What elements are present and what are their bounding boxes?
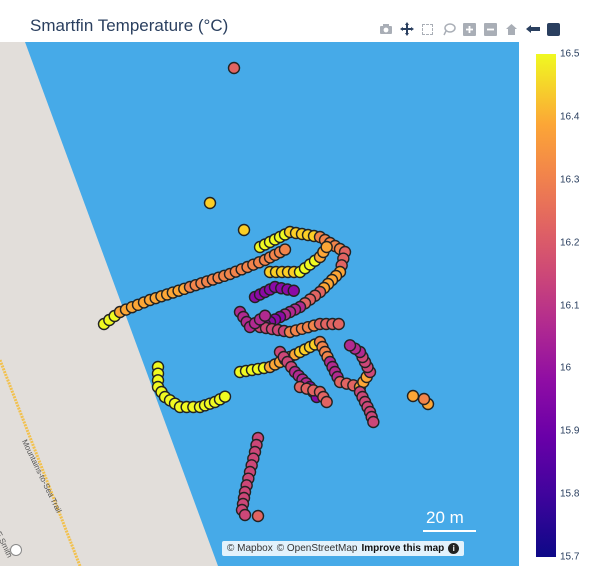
track-point (203, 196, 217, 210)
colorbar-tick: 15.7 (560, 551, 580, 563)
track-point (251, 509, 265, 523)
track-point (320, 240, 333, 254)
osm-attribution-link[interactable]: © OpenStreetMap (277, 543, 358, 554)
track-point (287, 284, 300, 297)
improve-map-link[interactable]: Improve this map (361, 543, 444, 554)
home-icon[interactable] (504, 22, 519, 37)
colorbar-ticks: 16.5 16.4 16.3 16.2 16.1 16 15.9 15.8 15.7 (560, 49, 592, 563)
colorbar-tick: 16.3 (560, 174, 580, 186)
track-point (278, 243, 292, 256)
track-point (417, 392, 431, 406)
camera-icon[interactable] (378, 22, 393, 37)
track-point (227, 61, 241, 75)
track-point (332, 317, 345, 331)
scale-label: 20 m (426, 508, 464, 527)
colorbar-tick: 16.1 (560, 300, 580, 311)
mapbox-logo-icon[interactable] (10, 544, 22, 556)
toggle-icon[interactable] (525, 22, 540, 37)
track-point (320, 395, 333, 409)
colorbar-tick: 15.9 (560, 425, 580, 437)
track-point (406, 389, 420, 403)
pan-icon[interactable] (399, 22, 414, 37)
chart-title: Smartfin Temperature (°C) (30, 16, 229, 35)
plotly-logo-icon[interactable] (546, 22, 561, 37)
mapbox-attribution-link[interactable]: © Mapbox (227, 543, 273, 554)
colorbar-tick: 16.2 (560, 237, 580, 249)
colorbar-tick: 16.5 (560, 48, 580, 60)
scale-bar (423, 530, 476, 532)
map-attribution: © Mapbox © OpenStreetMap Improve this ma… (222, 541, 465, 556)
track-point (258, 309, 272, 322)
colorbar-tick: 16 (560, 362, 572, 374)
track-point (238, 508, 252, 522)
track-point (367, 415, 380, 429)
colorbar-tick: 16.4 (560, 111, 580, 123)
info-icon[interactable]: i (448, 543, 460, 554)
track-point (343, 339, 357, 352)
map[interactable] (0, 42, 519, 566)
colorbar-tick: 15.8 (560, 488, 580, 500)
track-point (218, 390, 232, 403)
colorbar (536, 54, 556, 557)
track-point (237, 223, 251, 237)
box-select-icon[interactable] (420, 22, 435, 37)
lasso-icon[interactable] (441, 22, 456, 37)
zoom-out-icon[interactable] (483, 22, 498, 37)
modebar (378, 20, 561, 38)
zoom-in-icon[interactable] (462, 22, 477, 37)
